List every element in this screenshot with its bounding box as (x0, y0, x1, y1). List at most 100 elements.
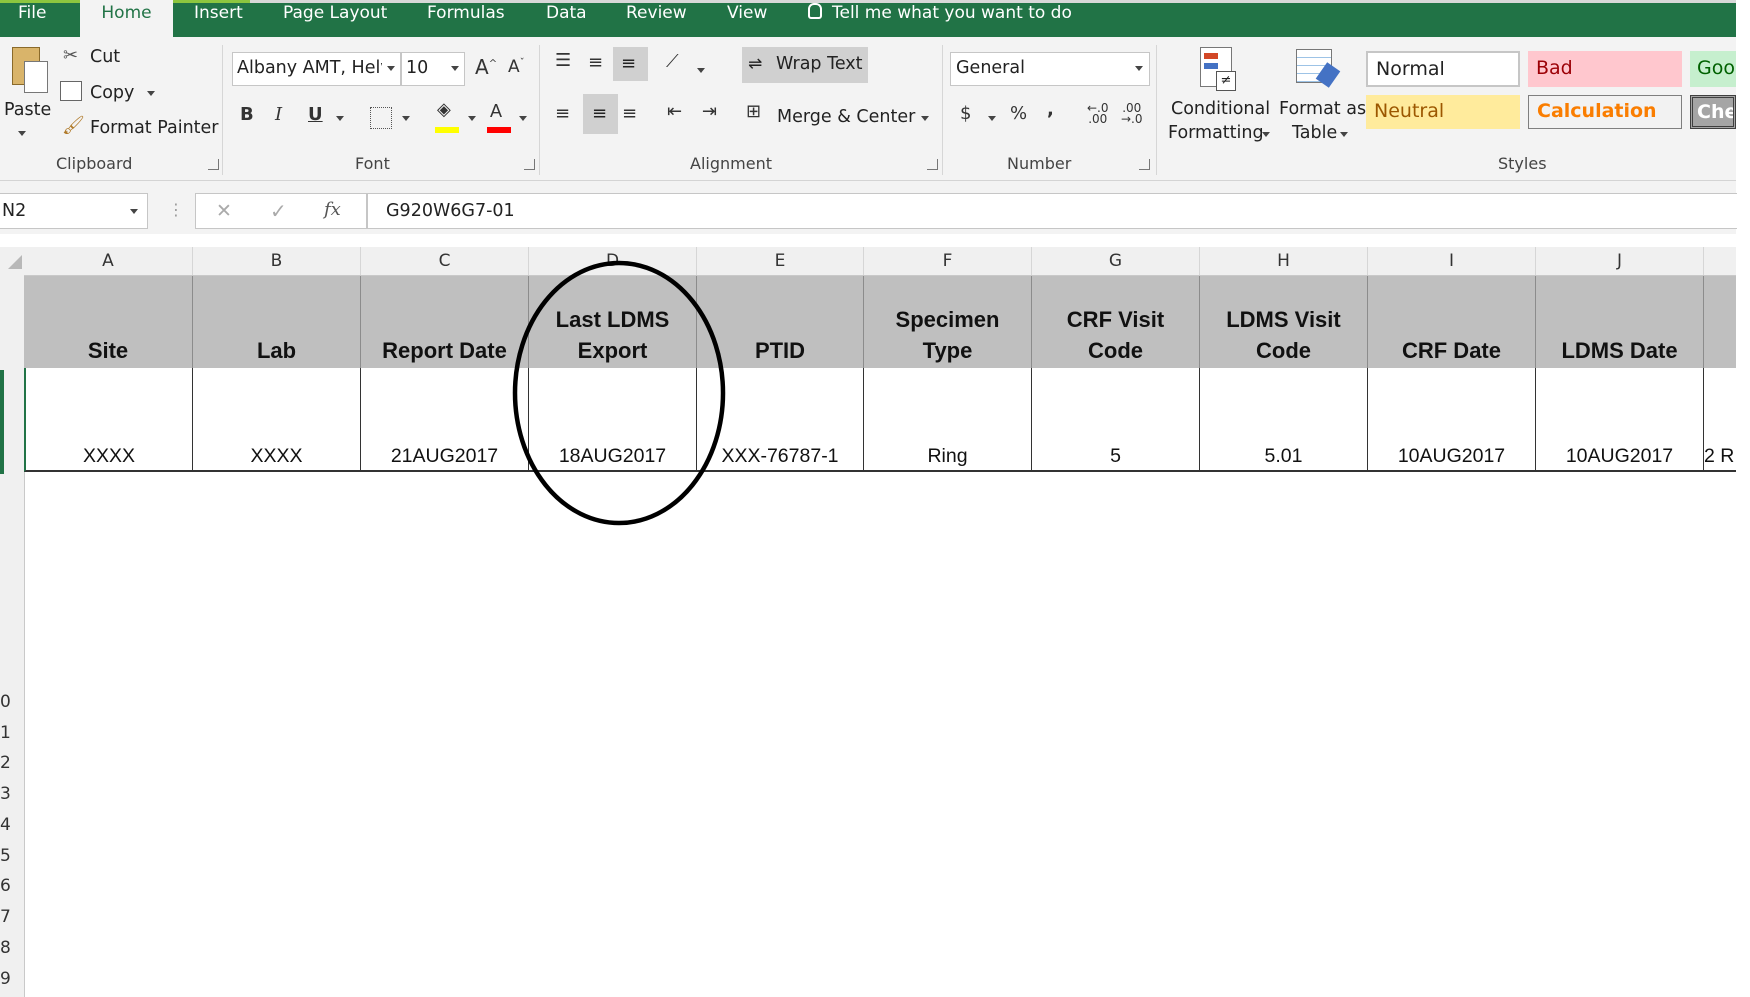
row-header[interactable]: 8 (0, 938, 16, 958)
tab-home[interactable]: Home (80, 0, 173, 37)
row-header[interactable]: 5 (0, 846, 16, 866)
column-header-f[interactable]: F (864, 247, 1032, 275)
style-check[interactable]: Che (1690, 95, 1736, 129)
style-normal[interactable]: Normal (1366, 51, 1520, 87)
table-cell[interactable]: XXXX (24, 368, 193, 472)
style-bad[interactable]: Bad (1528, 51, 1682, 87)
column-header-a[interactable]: A (24, 247, 193, 275)
table-cell[interactable]: 10AUG2017 (1536, 368, 1704, 472)
tab-review[interactable]: Review (626, 0, 687, 37)
font-color-dropdown-icon[interactable] (519, 116, 527, 121)
tab-formulas[interactable]: Formulas (427, 0, 505, 37)
cut-button[interactable]: Cut (90, 47, 120, 67)
font-launcher-icon[interactable] (524, 159, 535, 170)
font-color-icon[interactable]: A (490, 101, 502, 122)
decrease-decimal-icon[interactable]: .00 →.0 (1121, 102, 1143, 125)
underline-button[interactable]: U (308, 104, 323, 125)
paste-button[interactable]: Paste (4, 100, 51, 120)
style-good[interactable]: Goo (1690, 51, 1736, 87)
table-cell[interactable]: Ring (864, 368, 1032, 472)
comma-style-button[interactable]: , (1047, 99, 1054, 120)
table-cell[interactable]: 5.01 (1200, 368, 1368, 472)
name-box[interactable]: N2 (0, 193, 148, 229)
column-header-c[interactable]: C (361, 247, 529, 275)
row-header[interactable]: 7 (0, 907, 16, 927)
decrease-indent-icon[interactable]: ⇤ (667, 101, 682, 122)
formula-input[interactable]: G920W6G7-01 (367, 193, 1737, 229)
column-header-h[interactable]: H (1200, 247, 1368, 275)
style-neutral[interactable]: Neutral (1366, 95, 1520, 129)
format-as-table-button[interactable]: Format as (1279, 99, 1366, 119)
cancel-icon[interactable]: ✕ (216, 200, 232, 222)
format-table-dropdown-icon[interactable] (1340, 132, 1348, 137)
enter-icon[interactable]: ✓ (270, 199, 287, 223)
fill-color-icon[interactable]: ◈ (437, 99, 451, 120)
table-cell[interactable]: 18AUG2017 (529, 368, 697, 472)
row-header[interactable]: 2 (0, 753, 16, 773)
header-cell-report-date[interactable]: Report Date (361, 276, 529, 368)
align-top-icon[interactable]: ☰ (555, 50, 571, 71)
align-left-icon[interactable]: ≡ (555, 103, 570, 124)
header-cell-crf-visit-code[interactable]: CRF Visit Code (1032, 276, 1200, 368)
number-launcher-icon[interactable] (1139, 159, 1150, 170)
tab-page-layout[interactable]: Page Layout (283, 0, 387, 37)
copy-button[interactable]: Copy (90, 83, 134, 103)
insert-function-icon[interactable]: fx (324, 199, 341, 220)
percent-button[interactable]: % (1010, 103, 1027, 124)
row-header[interactable]: 0 (0, 692, 16, 712)
table-cell[interactable]: 10AUG2017 (1368, 368, 1536, 472)
column-header-e[interactable]: E (697, 247, 864, 275)
header-cell-partial[interactable] (1704, 276, 1736, 368)
font-name-select[interactable]: Albany AMT, Helv (232, 52, 401, 86)
borders-icon[interactable] (370, 107, 392, 129)
merge-center-button[interactable]: Merge & Center (777, 107, 915, 127)
table-cell[interactable]: XXX-76787-1 (697, 368, 864, 472)
column-header-d[interactable]: D (529, 247, 697, 275)
row-header[interactable]: 1 (0, 723, 16, 743)
font-size-select[interactable]: 10 (401, 52, 465, 86)
table-cell[interactable]: 5 (1032, 368, 1200, 472)
table-cell[interactable]: XXXX (193, 368, 361, 472)
align-right-icon[interactable]: ≡ (622, 103, 637, 124)
header-cell-last-ldms-export[interactable]: Last LDMS Export (529, 276, 697, 368)
alignment-launcher-icon[interactable] (927, 159, 938, 170)
header-cell-crf-date[interactable]: CRF Date (1368, 276, 1536, 368)
header-cell-ptid[interactable]: PTID (697, 276, 864, 368)
table-cell[interactable]: 2 R (1704, 368, 1736, 472)
clipboard-launcher-icon[interactable] (208, 159, 219, 170)
tell-me-box[interactable]: Tell me what you want to do (808, 0, 1072, 37)
currency-dropdown-icon[interactable] (988, 116, 996, 121)
currency-button[interactable]: $ (960, 103, 971, 124)
row-header[interactable]: 4 (0, 815, 16, 835)
orientation-dropdown-icon[interactable] (697, 68, 705, 73)
row-header[interactable]: 6 (0, 876, 16, 896)
italic-button[interactable]: I (275, 104, 282, 125)
tab-file[interactable]: File (18, 0, 46, 37)
shrink-font-icon[interactable]: Aˇ (508, 57, 525, 77)
table-cell[interactable]: 21AUG2017 (361, 368, 529, 472)
header-cell-ldms-date[interactable]: LDMS Date (1536, 276, 1704, 368)
tab-insert[interactable]: Insert (194, 0, 243, 37)
fill-color-dropdown-icon[interactable] (468, 116, 476, 121)
underline-dropdown-icon[interactable] (336, 116, 344, 121)
borders-dropdown-icon[interactable] (402, 116, 410, 121)
column-header-b[interactable]: B (193, 247, 361, 275)
increase-indent-icon[interactable]: ⇥ (702, 101, 717, 122)
tab-data[interactable]: Data (546, 0, 587, 37)
bold-button[interactable]: B (240, 104, 254, 125)
increase-decimal-icon[interactable]: ←.0.00 (1087, 102, 1109, 125)
paste-dropdown-icon[interactable] (18, 131, 26, 136)
select-all-icon[interactable] (8, 255, 22, 269)
align-bottom-button[interactable]: ≡ (613, 47, 648, 81)
conditional-formatting-button[interactable]: Conditional (1171, 99, 1270, 119)
copy-dropdown-icon[interactable] (147, 91, 155, 96)
orientation-icon[interactable]: ⟋ (666, 51, 679, 72)
header-cell-lab[interactable]: Lab (193, 276, 361, 368)
column-header-g[interactable]: G (1032, 247, 1200, 275)
grow-font-icon[interactable]: A^ (475, 55, 497, 79)
tab-view[interactable]: View (727, 0, 767, 37)
paste-icon[interactable] (8, 47, 52, 97)
merge-dropdown-icon[interactable] (921, 116, 929, 121)
wrap-text-button[interactable]: ⇌ Wrap Text (742, 47, 868, 83)
header-cell-site[interactable]: Site (24, 276, 193, 368)
